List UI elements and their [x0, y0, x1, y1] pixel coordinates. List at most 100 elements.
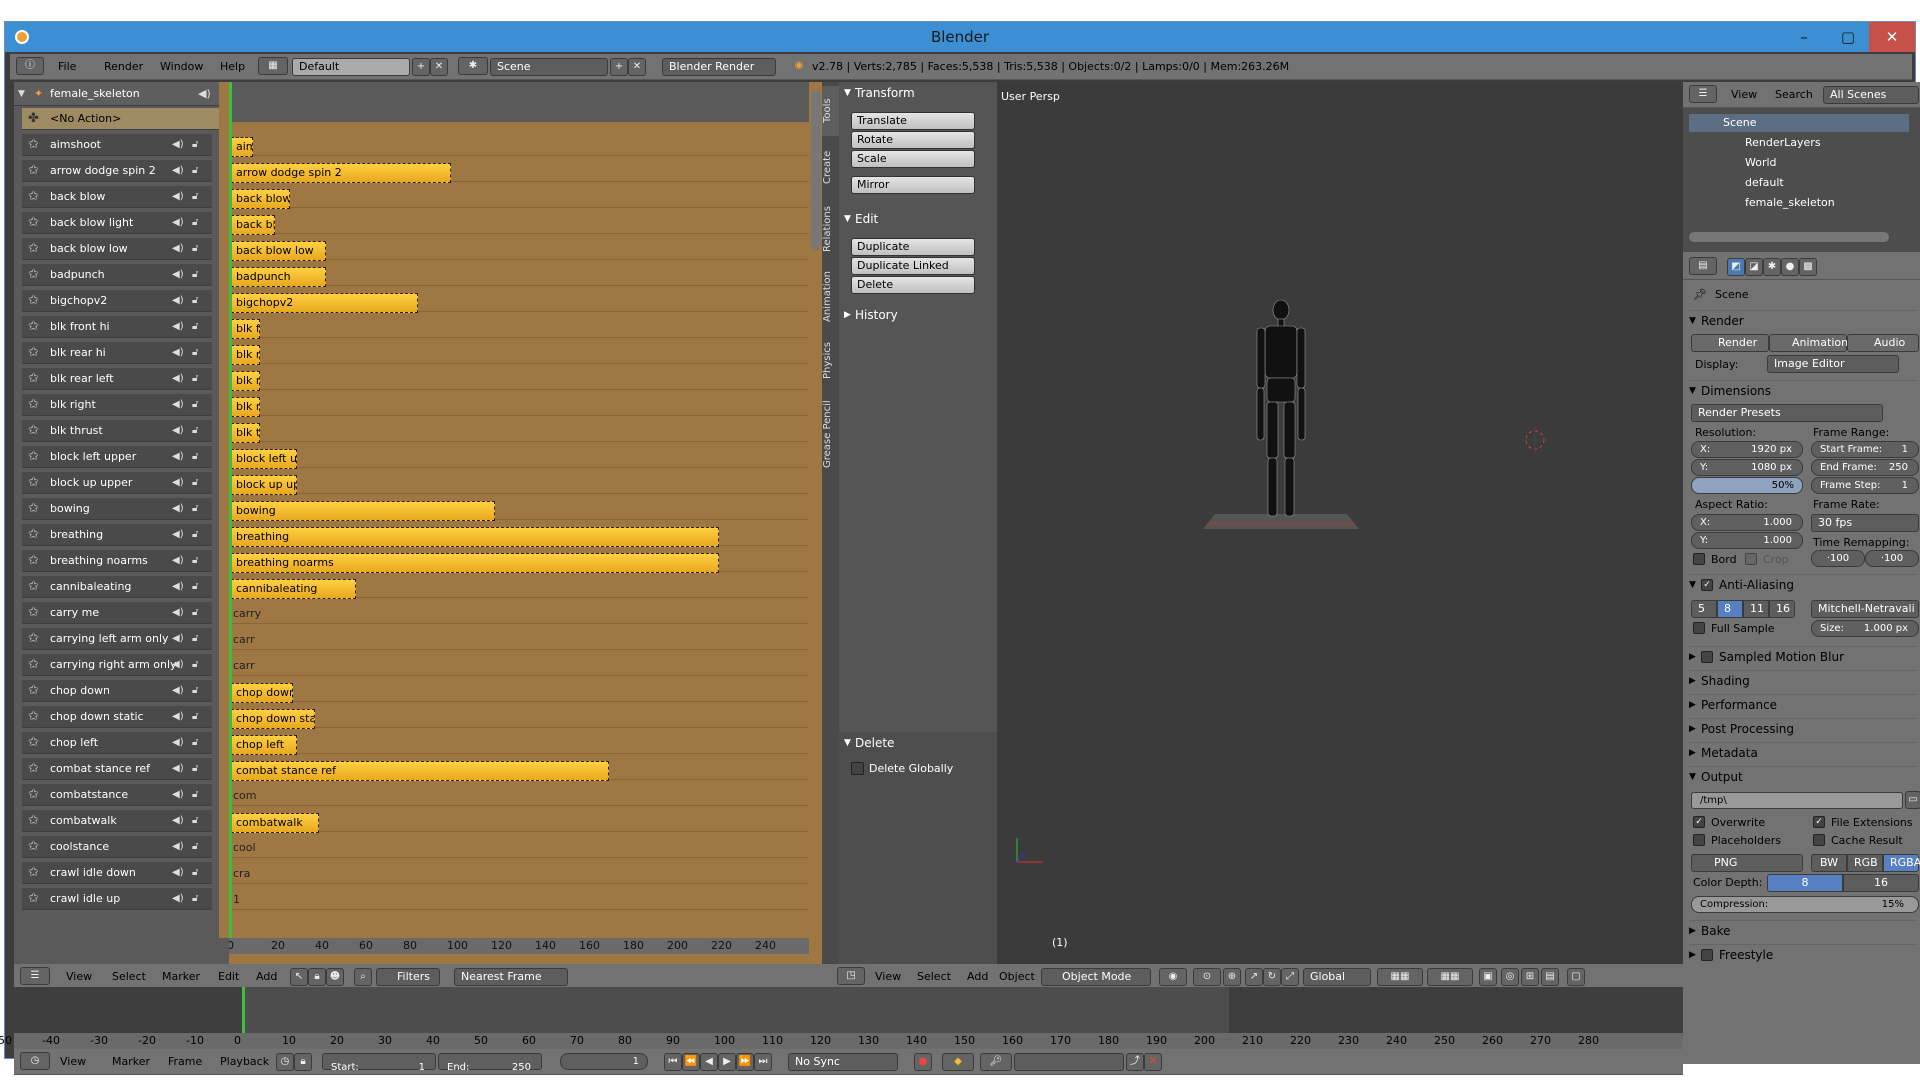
- v3d-menu-object[interactable]: Object: [999, 970, 1035, 983]
- delete-globally-checkbox[interactable]: [851, 762, 864, 775]
- action-strip[interactable]: block up upper: [231, 475, 297, 495]
- animation-button[interactable]: Animation: [1769, 334, 1848, 352]
- outliner-item-female-skeleton[interactable]: female_skeleton: [1745, 194, 1835, 212]
- add-layout-icon[interactable]: +: [412, 58, 430, 76]
- scale-button[interactable]: Scale: [851, 150, 975, 168]
- tl-menu-marker[interactable]: Marker: [112, 1055, 150, 1068]
- layer-lock-icon[interactable]: ▣: [1479, 968, 1497, 986]
- lock-icon[interactable]: 🔓︎: [192, 238, 198, 260]
- scene-tab-icon[interactable]: ✱: [1763, 258, 1781, 276]
- lock-icon[interactable]: 🔓︎: [192, 732, 198, 754]
- tl-menu-frame[interactable]: Frame: [168, 1055, 202, 1068]
- aspect-y-field[interactable]: Y: 1.000: [1691, 532, 1803, 549]
- mute-icon[interactable]: ◀): [172, 784, 184, 806]
- mute-icon[interactable]: ◀): [172, 238, 184, 260]
- channel-row[interactable]: ✩ crawl idle down ◀) 🔓︎: [22, 862, 212, 884]
- performance-section-header[interactable]: ▶ Performance: [1689, 694, 1917, 714]
- lock-icon[interactable]: 🔓︎: [192, 446, 198, 468]
- channel-row[interactable]: ✩ back blow low ◀) 🔓︎: [22, 238, 212, 260]
- frame-ruler[interactable]: 0 20 40 60 80 100 120 140 160 180 200 220 240: [227, 938, 809, 954]
- lock-icon[interactable]: 🔓︎: [192, 394, 198, 416]
- action-strip[interactable]: arrow dodge spin 2: [231, 163, 451, 183]
- 3d-viewport[interactable]: User Persp (1): [997, 82, 1683, 964]
- timeline-editor-icon[interactable]: ◷: [20, 1052, 50, 1070]
- v3d-menu-view[interactable]: View: [875, 970, 901, 983]
- mute-icon[interactable]: ◀): [172, 524, 184, 546]
- aa-filter-select[interactable]: Mitchell-Netravali: [1811, 600, 1919, 618]
- border-checkbox[interactable]: [1693, 553, 1705, 565]
- timeline-playhead[interactable]: [242, 987, 245, 1033]
- snap-element-icon[interactable]: ▤: [1541, 968, 1559, 986]
- action-strip[interactable]: back blow lig: [231, 215, 275, 235]
- folder-icon[interactable]: ▭: [1905, 791, 1920, 809]
- channel-row[interactable]: ✩ arrow dodge spin 2 ◀) 🔓︎: [22, 160, 212, 182]
- lock-icon[interactable]: 🔓︎: [192, 758, 198, 780]
- play-icon[interactable]: ▶: [718, 1053, 736, 1071]
- color-rgb-button[interactable]: RGB: [1847, 854, 1883, 872]
- lock-icon[interactable]: 🔓︎: [192, 212, 198, 234]
- motion-blur-section-header[interactable]: ▶ Sampled Motion Blur: [1689, 646, 1917, 666]
- duplicate-linked-button[interactable]: Duplicate Linked: [851, 257, 975, 275]
- freestyle-section-header[interactable]: ▶ Freestyle: [1689, 944, 1917, 964]
- manipulator-icon[interactable]: ⊕: [1223, 968, 1241, 986]
- lock-icon[interactable]: 🔓︎: [192, 290, 198, 312]
- outliner-menu-search[interactable]: Search: [1775, 88, 1813, 101]
- maximize-button[interactable]: ▢: [1829, 22, 1867, 52]
- rotate-button[interactable]: Rotate: [851, 131, 975, 149]
- antialiasing-checkbox[interactable]: ✓: [1701, 579, 1713, 591]
- view3d-editor-icon[interactable]: ◳: [837, 967, 865, 985]
- mute-icon[interactable]: ◀): [172, 186, 184, 208]
- search-icon[interactable]: ⌕: [354, 968, 372, 986]
- action-strip[interactable]: chop down static: [231, 709, 315, 729]
- mute-icon[interactable]: ◀): [172, 810, 184, 832]
- placeholders-checkbox[interactable]: [1693, 834, 1705, 846]
- channel-row[interactable]: ✩ carrying right arm only ◀) 🔓︎: [22, 654, 212, 676]
- render-section-header[interactable]: ▼ Render: [1689, 310, 1917, 330]
- mute-icon[interactable]: ◀): [172, 628, 184, 650]
- aa-samples-5[interactable]: 5: [1691, 600, 1717, 618]
- tl-menu-view[interactable]: View: [60, 1055, 86, 1068]
- mute-icon[interactable]: ◀): [172, 290, 184, 312]
- prev-keyframe-icon[interactable]: ⏪: [682, 1053, 700, 1071]
- outliner-scrollbar[interactable]: [1689, 232, 1889, 242]
- outliner-item-default[interactable]: default: [1745, 174, 1784, 192]
- layers-2-icon[interactable]: ▦▦: [1427, 968, 1473, 986]
- render-preview-icon[interactable]: ▢: [1567, 968, 1585, 986]
- channel-row[interactable]: ✩ block left upper ◀) 🔓︎: [22, 446, 212, 468]
- aa-samples-8[interactable]: 8: [1717, 600, 1743, 618]
- snap-icon[interactable]: ⊞: [1521, 968, 1539, 986]
- delete-operator-header[interactable]: ▼ Delete: [839, 732, 997, 754]
- mute-icon[interactable]: ◀): [172, 160, 184, 182]
- expand-arrow-icon[interactable]: ▼: [18, 82, 25, 106]
- start-frame-input[interactable]: Start: 1: [322, 1053, 436, 1073]
- properties-editor-icon[interactable]: ▤: [1689, 257, 1717, 275]
- frame-rate-select[interactable]: 30 fps: [1811, 514, 1919, 532]
- mute-icon[interactable]: ◀): [172, 550, 184, 572]
- scene-icon[interactable]: ✱: [458, 57, 488, 75]
- mute-icon[interactable]: ◀): [172, 446, 184, 468]
- tab-animation[interactable]: Animation: [822, 264, 839, 330]
- channel-row[interactable]: ✩ chop down ◀) 🔓︎: [22, 680, 212, 702]
- preview-range-icon[interactable]: ◷: [276, 1053, 294, 1071]
- file-extensions-checkbox[interactable]: ✓: [1813, 816, 1825, 828]
- jump-start-icon[interactable]: ⏮: [664, 1053, 682, 1071]
- render-presets-select[interactable]: Render Presets: [1691, 404, 1883, 422]
- mute-icon[interactable]: ◀): [172, 602, 184, 624]
- channel-row[interactable]: ✩ breathing ◀) 🔓︎: [22, 524, 212, 546]
- menu-render[interactable]: Render: [104, 60, 143, 73]
- lock-icon[interactable]: 🔓︎: [192, 628, 198, 650]
- ds-menu-marker[interactable]: Marker: [162, 970, 200, 983]
- mute-icon[interactable]: ◀): [172, 680, 184, 702]
- play-reverse-icon[interactable]: ◀: [700, 1053, 718, 1071]
- remove-layout-icon[interactable]: ✕: [430, 58, 448, 76]
- timeline-ruler[interactable]: -50 -40 -30 -20 -10 0 10 20 30 40 50 60 70 80 90 100 110…: [0, 1033, 1683, 1049]
- render-engine-select[interactable]: Blender Render: [662, 58, 776, 76]
- action-strip[interactable]: combat stance ref: [231, 761, 610, 781]
- action-strip[interactable]: blk rear hi: [231, 345, 260, 365]
- sync-select[interactable]: No Sync: [788, 1053, 898, 1071]
- channel-row[interactable]: ✩ carrying left arm only ◀) 🔓︎: [22, 628, 212, 650]
- mute-icon[interactable]: ◀): [172, 758, 184, 780]
- resolution-x-field[interactable]: X: 1920 px: [1691, 441, 1803, 458]
- action-strip[interactable]: chop left: [231, 735, 297, 755]
- lock-icon[interactable]: 🔒︎: [308, 968, 326, 986]
